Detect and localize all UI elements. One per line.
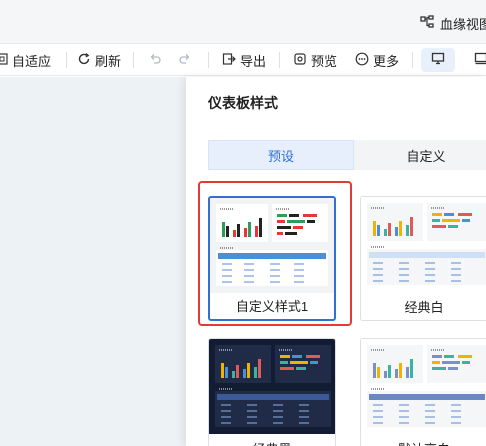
style-preview-thumbnail bbox=[361, 339, 486, 434]
undo-icon bbox=[148, 52, 162, 69]
preview-icon bbox=[293, 52, 307, 69]
export-label: 导出 bbox=[240, 53, 267, 69]
toolbar-divider bbox=[133, 52, 134, 68]
pc-view-button[interactable] bbox=[421, 48, 455, 72]
toolbar-divider bbox=[279, 52, 280, 68]
highlight-annotation bbox=[198, 181, 352, 326]
more-label: 更多 bbox=[373, 53, 400, 69]
lineage-view-label: 血缘视图 bbox=[440, 17, 486, 32]
lineage-view-button[interactable]: 血缘视图 bbox=[420, 14, 486, 33]
top-bar: 血缘视图 bbox=[0, 0, 486, 44]
preview-button[interactable]: 预览 bbox=[293, 44, 337, 76]
style-tabs: 预设 自定义 bbox=[208, 140, 486, 170]
style-preview-thumbnail bbox=[209, 339, 335, 434]
undo-button[interactable] bbox=[148, 44, 162, 76]
mobile-view-button[interactable] bbox=[466, 48, 486, 72]
fit-icon bbox=[0, 52, 8, 68]
export-button[interactable]: 导出 bbox=[222, 44, 266, 76]
tab-preset[interactable]: 预设 bbox=[208, 140, 354, 170]
toolbar-divider bbox=[412, 52, 413, 68]
refresh-label: 刷新 bbox=[95, 53, 122, 69]
toolbar-divider bbox=[66, 52, 67, 68]
panel-title: 仪表板样式 bbox=[208, 95, 278, 111]
redo-button[interactable] bbox=[178, 44, 192, 76]
style-preview-thumbnail bbox=[361, 197, 486, 292]
style-card-label: 经典黑 bbox=[209, 434, 335, 446]
toolbar: 自适应 刷新 导出 预览 更多 bbox=[0, 44, 486, 76]
redo-icon bbox=[178, 52, 192, 69]
export-icon bbox=[222, 52, 236, 69]
dashboard-canvas[interactable] bbox=[0, 77, 186, 446]
tab-custom[interactable]: 自定义 bbox=[354, 140, 486, 170]
preview-label: 预览 bbox=[311, 53, 338, 69]
refresh-icon bbox=[77, 52, 91, 69]
fit-button[interactable]: 自适应 bbox=[0, 44, 51, 76]
style-card-classic-white[interactable]: 经典白 bbox=[360, 196, 486, 321]
style-card-default-bright[interactable]: 默认亮白 bbox=[360, 338, 486, 446]
more-icon bbox=[355, 52, 369, 69]
toolbar-divider bbox=[208, 52, 209, 68]
monitor-icon bbox=[431, 52, 445, 68]
style-card-classic-black[interactable]: 经典黑 bbox=[208, 338, 336, 446]
style-card-label: 默认亮白 bbox=[361, 434, 486, 446]
screen-icon bbox=[474, 52, 486, 68]
style-card-label: 经典白 bbox=[404, 299, 444, 315]
lineage-icon bbox=[420, 15, 434, 32]
fit-label: 自适应 bbox=[12, 53, 52, 69]
more-button[interactable]: 更多 bbox=[355, 44, 399, 76]
refresh-button[interactable]: 刷新 bbox=[77, 44, 121, 76]
